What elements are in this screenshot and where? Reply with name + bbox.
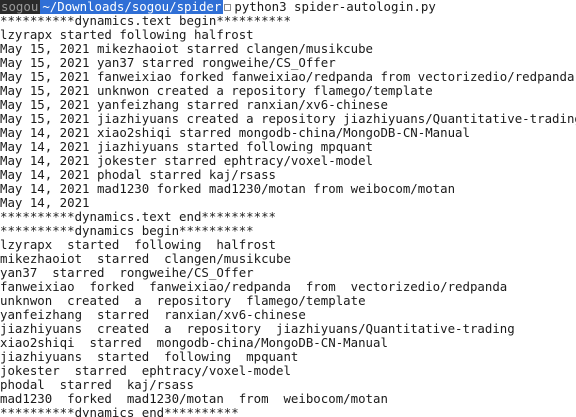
output-line: lzyrapx started following halfrost [0,28,254,42]
output-line: May 15, 2021 yanfeizhang starred ranxian… [0,98,388,112]
output-line: **********dynamics.text begin********** [0,14,291,28]
output-line: May 15, 2021 yan37 starred rongweihe/CS_… [0,56,336,70]
prompt-line: sogou ~/Downloads/sogou/spider python3 s… [0,0,576,14]
prompt-path-segment: ~/Downloads/sogou/spider [40,0,224,14]
output-line: mikezhaoiot starred clangen/musikcube [0,252,291,266]
output-line: yan37 starred rongweihe/CS_Offer [0,266,254,280]
output-line: unknwon created a repository flamego/tem… [0,294,366,308]
output-line: **********dynamics.text end********** [0,210,277,224]
output-line: May 14, 2021 [0,196,90,210]
output-line: jokester starred ephtracy/voxel-model [0,364,291,378]
output-line: May 15, 2021 unknwon created a repositor… [0,84,433,98]
output-line: May 14, 2021 xiao2shiqi starred mongodb-… [0,126,470,140]
prompt-command: python3 spider-autologin.py [234,0,436,14]
output-line: May 14, 2021 mad1230 forked mad1230/mota… [0,182,456,196]
terminal-window[interactable]: sogou ~/Downloads/sogou/spider python3 s… [0,0,576,417]
prompt-separator-icon [224,3,232,11]
output-line: May 14, 2021 jiazhiyuans started followi… [0,140,373,154]
output-line: mad1230 forked mad1230/motan from weiboc… [0,392,388,406]
output-line: yanfeizhang starred ranxian/xv6-chinese [0,308,306,322]
output-line: jiazhiyuans started following mpquant [0,350,299,364]
output-line: phodal starred kaj/rsass [0,378,194,392]
output-line: **********dynamics begin********** [0,224,254,238]
output-line: May 14, 2021 jokester starred ephtracy/v… [0,154,373,168]
output-line: May 15, 2021 mikezhaoiot starred clangen… [0,42,373,56]
output-line: **********dynamics end********** [0,406,239,417]
output-line: May 14, 2021 phodal starred kaj/rsass [0,168,277,182]
output-line: lzyrapx started following halfrost [0,238,277,252]
terminal-output: **********dynamics.text begin********** … [0,14,576,417]
output-line: fanweixiao forked fanweixiao/redpanda fr… [0,280,508,294]
output-line: May 15, 2021 jiazhiyuans created a repos… [0,112,576,126]
prompt-user-segment: sogou [0,0,41,14]
output-line: May 15, 2021 fanweixiao forked fanweixia… [0,70,575,84]
output-line: jiazhiyuans created a repository jiazhiy… [0,322,515,336]
output-line: xiao2shiqi starred mongodb-china/MongoDB… [0,336,388,350]
